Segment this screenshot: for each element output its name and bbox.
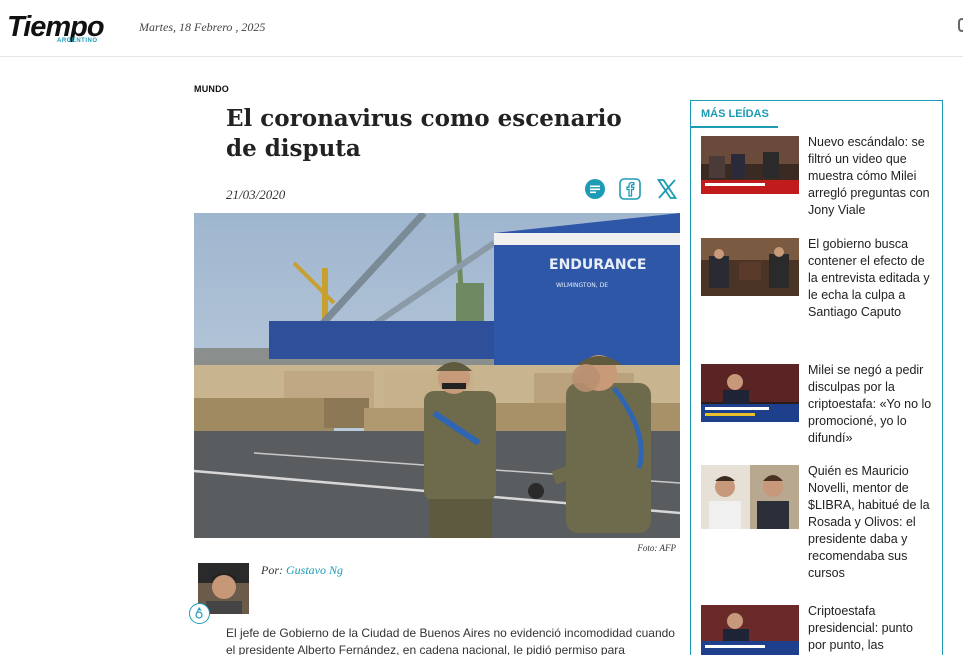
section-label[interactable]: MUNDO (194, 84, 229, 94)
most-read-item-text: Criptoestafa presidencial: punto por pun… (808, 604, 913, 652)
logo-subtext: ARGENTINO (57, 38, 98, 44)
most-read-item-text: Milei se negó a pedir disculpas por la c… (808, 363, 932, 445)
most-read-title: MÁS LEÍDAS (701, 108, 769, 120)
most-read-item-text: El gobierno busca contener el efecto de … (808, 237, 930, 319)
most-read-thumbnail[interactable] (701, 238, 799, 296)
ship-name-text: ENDURANCE (549, 257, 646, 273)
menu-edge-icon[interactable] (958, 18, 963, 32)
site-header: Tiempo ARGENTINO Martes, 18 Febrero , 20… (0, 0, 963, 57)
hero-image: ENDURANCE WILMINGTON, DE (194, 213, 680, 538)
most-read-sidebar: MÁS LEÍDAS Nuevo escándalo: se filtró un… (690, 100, 943, 655)
ship-port-text: WILMINGTON, DE (556, 282, 608, 289)
author-name-link[interactable]: Gustavo Ng (286, 563, 343, 577)
most-read-thumbnail[interactable] (701, 605, 799, 655)
most-read-thumbnail[interactable] (701, 465, 799, 529)
most-read-tab[interactable]: MÁS LEÍDAS (691, 101, 778, 128)
author-prefix: Por: (261, 563, 283, 577)
article-date: 21/03/2020 (226, 187, 286, 202)
site-logo[interactable]: Tiempo ARGENTINO (7, 9, 117, 47)
most-read-thumbnail[interactable] (701, 364, 799, 422)
most-read-item-text: Nuevo escándalo: se filtró un video que … (808, 135, 930, 217)
header-date: Martes, 18 Febrero , 2025 (139, 20, 266, 34)
article-title: El coronavirus como escenario de disputa (226, 105, 622, 162)
facebook-icon[interactable] (618, 177, 642, 201)
author-badge-icon (189, 603, 210, 624)
most-read-item-text: Quién es Mauricio Novelli, mentor de $LI… (808, 464, 930, 580)
comments-icon[interactable] (583, 177, 607, 201)
x-icon[interactable] (655, 177, 679, 201)
article-body: El jefe de Gobierno de la Ciudad de Buen… (226, 626, 675, 655)
image-caption: Foto: AFP (637, 543, 676, 553)
author-byline: Por: Gustavo Ng (261, 563, 343, 578)
most-read-thumbnail[interactable] (701, 136, 799, 194)
